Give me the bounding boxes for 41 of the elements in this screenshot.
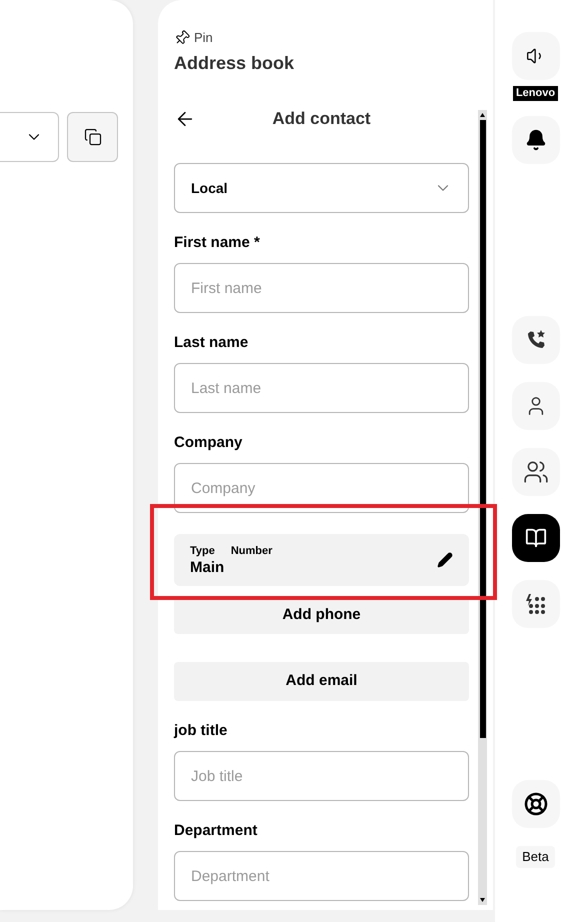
scrollbar[interactable] — [478, 110, 487, 905]
phone-entry-card[interactable]: Type Number Main — [174, 534, 469, 586]
lifebuoy-icon — [524, 792, 548, 816]
nav-button[interactable] — [512, 580, 560, 628]
source-select[interactable]: Local — [174, 163, 469, 213]
field-label: Last name — [174, 333, 250, 353]
field-label: job title — [174, 721, 228, 741]
nav-button[interactable] — [512, 316, 560, 364]
field-label: Department — [174, 821, 258, 841]
number-label: Number — [230, 544, 272, 559]
text-input[interactable]: Last name — [174, 363, 469, 413]
text-input[interactable]: First name — [174, 263, 469, 313]
action-button[interactable]: Add email — [174, 662, 469, 701]
nav-button[interactable] — [512, 448, 560, 496]
book-icon — [524, 527, 546, 549]
edit-button[interactable] — [437, 552, 453, 568]
pencil-icon — [437, 552, 453, 568]
copy-button[interactable] — [67, 112, 118, 162]
nav-button[interactable] — [512, 514, 560, 562]
text-input[interactable]: Department — [174, 851, 469, 901]
field-label: First name * — [174, 233, 261, 253]
field-label: Company — [174, 433, 244, 453]
bell-icon — [524, 129, 546, 151]
type-value: Main — [190, 559, 226, 578]
copy-icon — [84, 128, 102, 146]
rail-button[interactable] — [512, 116, 560, 164]
device-label: Lenovo — [512, 86, 558, 101]
scroll-down-arrow-icon[interactable] — [480, 898, 485, 902]
type-label: Type — [190, 544, 215, 559]
rail-button[interactable] — [512, 32, 560, 80]
nav-button[interactable] — [512, 382, 560, 430]
dialpad-bolt-icon — [524, 592, 548, 616]
beta-badge: Beta — [516, 846, 555, 868]
pin-label[interactable]: Pin — [194, 28, 213, 48]
text-input[interactable]: Company — [174, 463, 469, 513]
people-icon — [522, 459, 548, 485]
scroll-up-arrow-icon[interactable] — [480, 113, 485, 117]
text-input[interactable]: Job title — [174, 751, 469, 801]
panel-title: Address book — [174, 52, 296, 75]
help-button[interactable] — [512, 780, 560, 828]
form-title: Add contact — [272, 108, 371, 130]
